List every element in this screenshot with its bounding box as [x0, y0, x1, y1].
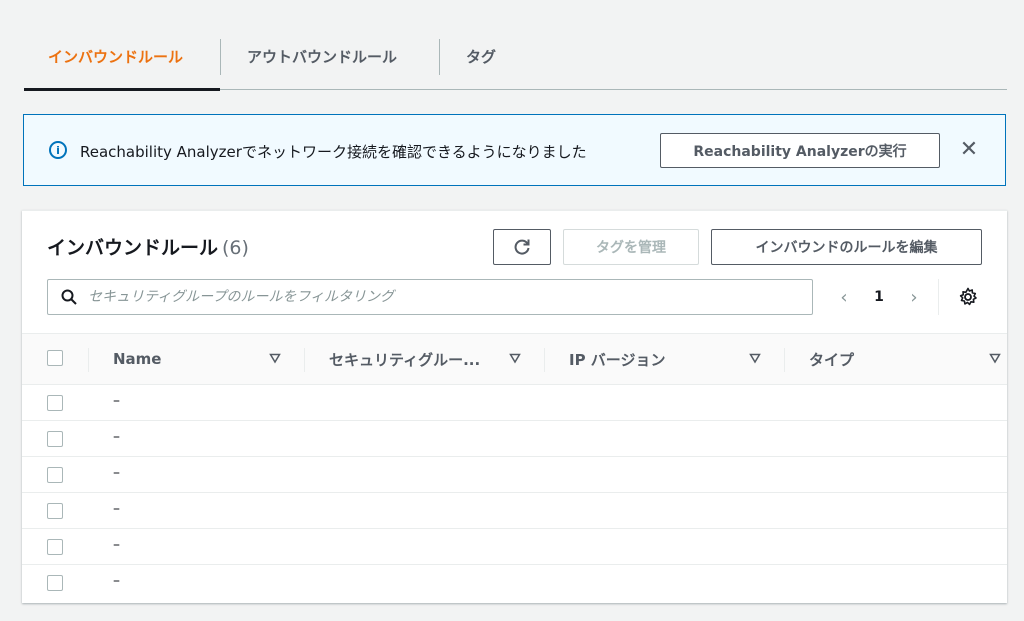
rule-count: (6) [222, 237, 249, 259]
cell-name: – [113, 429, 120, 445]
row-checkbox[interactable] [47, 431, 63, 447]
column-header-type[interactable]: タイプ [809, 334, 854, 384]
row-checkbox[interactable] [47, 575, 63, 591]
cell-name: – [113, 537, 120, 553]
table-row[interactable]: – [22, 385, 1007, 421]
refresh-button[interactable] [493, 229, 551, 265]
table-row[interactable]: – [22, 493, 1007, 529]
column-header-security-group[interactable]: セキュリティグルー... [329, 334, 480, 384]
row-checkbox[interactable] [47, 395, 63, 411]
divider [938, 279, 939, 315]
chevron-left-icon[interactable]: ‹ [832, 285, 856, 309]
column-header-ip-version[interactable]: IP バージョン [569, 334, 666, 384]
row-checkbox[interactable] [47, 503, 63, 519]
rules-table: Name セキュリティグルー... IP バージョン タイプ – – – – –… [22, 333, 1007, 601]
cell-name: – [113, 573, 120, 589]
column-header-name[interactable]: Name [113, 334, 161, 384]
cell-name: – [113, 465, 120, 481]
inbound-rules-panel: インバウンドルール(6) タグを管理 インバウンドのルールを編集 ‹ 1 › N… [22, 210, 1007, 603]
cell-name: – [113, 393, 120, 409]
info-flash-banner: i Reachability Analyzerでネットワーク接続を確認できるよう… [23, 114, 1006, 186]
search-icon [61, 289, 77, 305]
run-reachability-analyzer-button[interactable]: Reachability Analyzerの実行 [660, 133, 940, 168]
edit-inbound-rules-button[interactable]: インバウンドのルールを編集 [711, 229, 982, 265]
column-divider [304, 348, 305, 372]
column-divider [88, 348, 89, 372]
refresh-icon [514, 239, 530, 255]
tab-tags[interactable]: タグ [440, 24, 520, 89]
panel-title: インバウンドルール (6) [47, 233, 249, 260]
search-input[interactable] [88, 280, 788, 314]
row-checkbox[interactable] [47, 539, 63, 555]
search-field [47, 279, 813, 315]
flash-message: Reachability Analyzerでネットワーク接続を確認できるようにな… [80, 143, 587, 161]
table-row[interactable]: – [22, 529, 1007, 565]
cell-name: – [113, 501, 120, 517]
table-header: Name セキュリティグルー... IP バージョン タイプ [22, 333, 1007, 385]
panel-title-text: インバウンドルール [47, 237, 219, 259]
row-checkbox[interactable] [47, 467, 63, 483]
select-all-checkbox[interactable] [47, 350, 63, 366]
sort-icon[interactable] [269, 352, 281, 364]
page-number[interactable]: 1 [856, 289, 902, 305]
chevron-right-icon[interactable]: › [902, 285, 926, 309]
column-divider [544, 348, 545, 372]
close-icon[interactable]: ✕ [956, 137, 982, 163]
column-divider [784, 348, 785, 372]
manage-tags-button[interactable]: タグを管理 [563, 229, 699, 265]
sort-icon[interactable] [989, 352, 1001, 364]
sort-icon[interactable] [509, 352, 521, 364]
pagination: ‹ 1 › [832, 285, 926, 309]
sort-icon[interactable] [749, 352, 761, 364]
table-row[interactable]: – [22, 457, 1007, 493]
tab-outbound-rules[interactable]: アウトバウンドルール [221, 24, 439, 89]
gear-icon[interactable] [958, 287, 978, 307]
tab-bar: インバウンドルール アウトバウンドルール タグ [24, 24, 1007, 91]
tab-inbound-rules[interactable]: インバウンドルール [24, 24, 220, 91]
info-icon: i [49, 141, 67, 159]
table-row[interactable]: – [22, 421, 1007, 457]
table-row[interactable]: – [22, 565, 1007, 601]
